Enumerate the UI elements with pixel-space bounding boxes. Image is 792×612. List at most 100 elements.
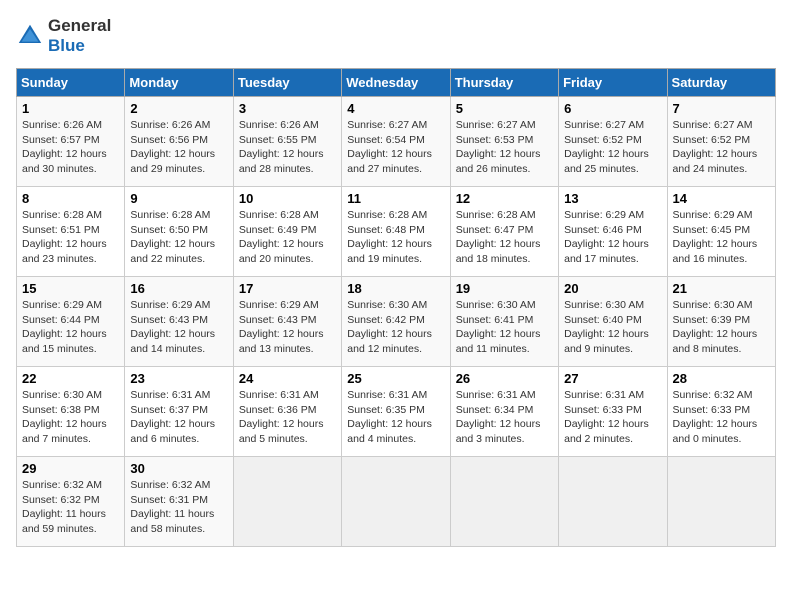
day-number: 11 xyxy=(347,191,444,206)
day-detail: Sunrise: 6:29 AMSunset: 6:44 PMDaylight:… xyxy=(22,298,119,357)
calendar-cell: 17 Sunrise: 6:29 AMSunset: 6:43 PMDayligh… xyxy=(233,277,341,367)
day-number: 24 xyxy=(239,371,336,386)
calendar-cell: 25 Sunrise: 6:31 AMSunset: 6:35 PMDayligh… xyxy=(342,367,450,457)
day-detail: Sunrise: 6:30 AMSunset: 6:42 PMDaylight:… xyxy=(347,298,444,357)
calendar-cell: 9Sunrise: 6:28 AMSunset: 6:50 PMDaylight… xyxy=(125,187,233,277)
calendar-week-row: 1 Sunrise: 6:26 AMSunset: 6:57 PMDaylight… xyxy=(17,97,776,187)
day-number: 9 xyxy=(130,191,227,206)
header-friday: Friday xyxy=(559,69,667,97)
calendar-cell: 7Sunrise: 6:27 AMSunset: 6:52 PMDaylight… xyxy=(667,97,775,187)
calendar-cell: 19 Sunrise: 6:30 AMSunset: 6:41 PMDayligh… xyxy=(450,277,558,367)
calendar-week-row: 8Sunrise: 6:28 AMSunset: 6:51 PMDaylight… xyxy=(17,187,776,277)
calendar-cell xyxy=(667,457,775,547)
header-thursday: Thursday xyxy=(450,69,558,97)
header-sunday: Sunday xyxy=(17,69,125,97)
calendar-cell: 12 Sunrise: 6:28 AMSunset: 6:47 PMDayligh… xyxy=(450,187,558,277)
day-detail: Sunrise: 6:32 AMSunset: 6:33 PMDaylight:… xyxy=(673,388,770,447)
calendar-cell: 21Sunrise: 6:30 AMSunset: 6:39 PMDayligh… xyxy=(667,277,775,367)
day-detail: Sunrise: 6:29 AMSunset: 6:43 PMDaylight:… xyxy=(239,298,336,357)
calendar-cell: 28Sunrise: 6:32 AMSunset: 6:33 PMDayligh… xyxy=(667,367,775,457)
day-number: 6 xyxy=(564,101,661,116)
header-monday: Monday xyxy=(125,69,233,97)
calendar-header-row: SundayMondayTuesdayWednesdayThursdayFrid… xyxy=(17,69,776,97)
day-number: 18 xyxy=(347,281,444,296)
logo-text: General Blue xyxy=(48,16,111,56)
day-number: 23 xyxy=(130,371,227,386)
calendar-cell: 26Sunrise: 6:31 AMSunset: 6:34 PMDayligh… xyxy=(450,367,558,457)
day-number: 29 xyxy=(22,461,119,476)
calendar-week-row: 22 Sunrise: 6:30 AMSunset: 6:38 PMDayligh… xyxy=(17,367,776,457)
day-detail: Sunrise: 6:27 AMSunset: 6:53 PMDaylight:… xyxy=(456,118,553,177)
calendar-cell: 22 Sunrise: 6:30 AMSunset: 6:38 PMDayligh… xyxy=(17,367,125,457)
day-number: 20 xyxy=(564,281,661,296)
day-detail: Sunrise: 6:28 AMSunset: 6:51 PMDaylight:… xyxy=(22,208,119,267)
day-number: 12 xyxy=(456,191,553,206)
day-detail: Sunrise: 6:30 AMSunset: 6:41 PMDaylight:… xyxy=(456,298,553,357)
day-detail: Sunrise: 6:30 AMSunset: 6:40 PMDaylight:… xyxy=(564,298,661,357)
day-number: 22 xyxy=(22,371,119,386)
day-number: 5 xyxy=(456,101,553,116)
calendar-cell: 23 Sunrise: 6:31 AMSunset: 6:37 PMDayligh… xyxy=(125,367,233,457)
calendar-cell xyxy=(559,457,667,547)
day-detail: Sunrise: 6:27 AMSunset: 6:54 PMDaylight:… xyxy=(347,118,444,177)
calendar-cell: 11Sunrise: 6:28 AMSunset: 6:48 PMDayligh… xyxy=(342,187,450,277)
day-number: 16 xyxy=(130,281,227,296)
calendar-cell: 15 Sunrise: 6:29 AMSunset: 6:44 PMDayligh… xyxy=(17,277,125,367)
calendar-cell: 27 Sunrise: 6:31 AMSunset: 6:33 PMDayligh… xyxy=(559,367,667,457)
calendar-cell: 10 Sunrise: 6:28 AMSunset: 6:49 PMDayligh… xyxy=(233,187,341,277)
day-detail: Sunrise: 6:31 AMSunset: 6:34 PMDaylight:… xyxy=(456,388,553,447)
calendar-cell: 13 Sunrise: 6:29 AMSunset: 6:46 PMDayligh… xyxy=(559,187,667,277)
calendar-cell: 5 Sunrise: 6:27 AMSunset: 6:53 PMDaylight… xyxy=(450,97,558,187)
header-tuesday: Tuesday xyxy=(233,69,341,97)
day-detail: Sunrise: 6:26 AMSunset: 6:56 PMDaylight:… xyxy=(130,118,227,177)
day-detail: Sunrise: 6:27 AMSunset: 6:52 PMDaylight:… xyxy=(673,118,770,177)
day-detail: Sunrise: 6:26 AMSunset: 6:55 PMDaylight:… xyxy=(239,118,336,177)
calendar-cell xyxy=(233,457,341,547)
day-number: 1 xyxy=(22,101,119,116)
day-detail: Sunrise: 6:27 AMSunset: 6:52 PMDaylight:… xyxy=(564,118,661,177)
day-detail: Sunrise: 6:29 AMSunset: 6:43 PMDaylight:… xyxy=(130,298,227,357)
calendar-cell: 18 Sunrise: 6:30 AMSunset: 6:42 PMDayligh… xyxy=(342,277,450,367)
day-detail: Sunrise: 6:30 AMSunset: 6:38 PMDaylight:… xyxy=(22,388,119,447)
day-number: 3 xyxy=(239,101,336,116)
day-number: 21 xyxy=(673,281,770,296)
calendar-cell: 8Sunrise: 6:28 AMSunset: 6:51 PMDaylight… xyxy=(17,187,125,277)
day-number: 30 xyxy=(130,461,227,476)
day-number: 2 xyxy=(130,101,227,116)
day-detail: Sunrise: 6:31 AMSunset: 6:35 PMDaylight:… xyxy=(347,388,444,447)
day-detail: Sunrise: 6:29 AMSunset: 6:45 PMDaylight:… xyxy=(673,208,770,267)
day-number: 10 xyxy=(239,191,336,206)
calendar-cell: 4 Sunrise: 6:27 AMSunset: 6:54 PMDaylight… xyxy=(342,97,450,187)
calendar-cell: 2 Sunrise: 6:26 AMSunset: 6:56 PMDaylight… xyxy=(125,97,233,187)
day-number: 19 xyxy=(456,281,553,296)
calendar-cell: 14 Sunrise: 6:29 AMSunset: 6:45 PMDayligh… xyxy=(667,187,775,277)
day-number: 25 xyxy=(347,371,444,386)
logo: General Blue xyxy=(16,16,111,56)
day-detail: Sunrise: 6:31 AMSunset: 6:33 PMDaylight:… xyxy=(564,388,661,447)
day-number: 17 xyxy=(239,281,336,296)
day-detail: Sunrise: 6:31 AMSunset: 6:36 PMDaylight:… xyxy=(239,388,336,447)
day-detail: Sunrise: 6:28 AMSunset: 6:47 PMDaylight:… xyxy=(456,208,553,267)
day-detail: Sunrise: 6:28 AMSunset: 6:49 PMDaylight:… xyxy=(239,208,336,267)
calendar-week-row: 15 Sunrise: 6:29 AMSunset: 6:44 PMDayligh… xyxy=(17,277,776,367)
day-number: 14 xyxy=(673,191,770,206)
logo-icon xyxy=(16,22,44,50)
day-detail: Sunrise: 6:31 AMSunset: 6:37 PMDaylight:… xyxy=(130,388,227,447)
day-number: 15 xyxy=(22,281,119,296)
calendar-table: SundayMondayTuesdayWednesdayThursdayFrid… xyxy=(16,68,776,547)
day-number: 13 xyxy=(564,191,661,206)
calendar-cell xyxy=(342,457,450,547)
day-number: 27 xyxy=(564,371,661,386)
day-detail: Sunrise: 6:32 AMSunset: 6:32 PMDaylight:… xyxy=(22,478,119,537)
day-number: 4 xyxy=(347,101,444,116)
calendar-cell: 30 Sunrise: 6:32 AMSunset: 6:31 PMDayligh… xyxy=(125,457,233,547)
day-detail: Sunrise: 6:32 AMSunset: 6:31 PMDaylight:… xyxy=(130,478,227,537)
day-detail: Sunrise: 6:26 AMSunset: 6:57 PMDaylight:… xyxy=(22,118,119,177)
day-detail: Sunrise: 6:29 AMSunset: 6:46 PMDaylight:… xyxy=(564,208,661,267)
calendar-cell: 20 Sunrise: 6:30 AMSunset: 6:40 PMDayligh… xyxy=(559,277,667,367)
calendar-cell: 29 Sunrise: 6:32 AMSunset: 6:32 PMDayligh… xyxy=(17,457,125,547)
page-header: General Blue xyxy=(16,16,776,56)
header-wednesday: Wednesday xyxy=(342,69,450,97)
calendar-cell: 1 Sunrise: 6:26 AMSunset: 6:57 PMDaylight… xyxy=(17,97,125,187)
calendar-cell: 24 Sunrise: 6:31 AMSunset: 6:36 PMDayligh… xyxy=(233,367,341,457)
